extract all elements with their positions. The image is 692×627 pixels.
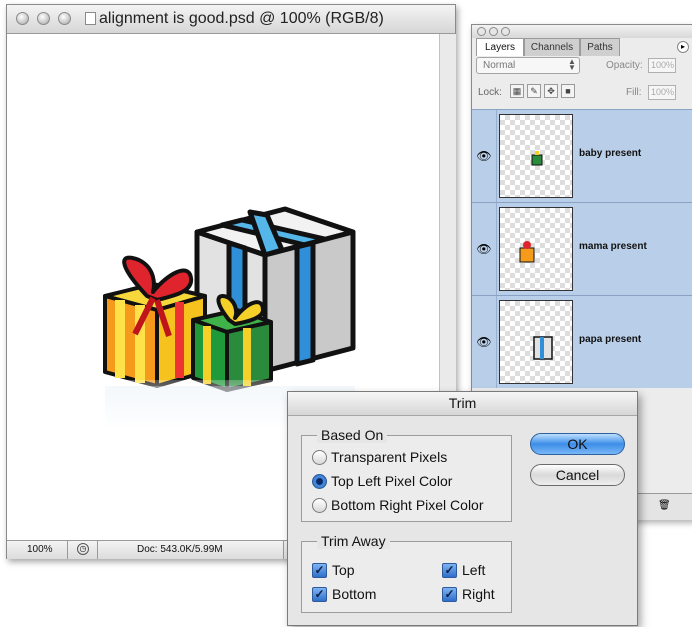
option-transparent-pixels[interactable]: Transparent Pixels [331, 449, 447, 465]
select-arrows-icon: ▲ ▼ [568, 57, 576, 72]
opacity-field[interactable]: 100% [648, 58, 676, 73]
tab-channels[interactable]: Channels [524, 38, 580, 56]
cancel-button[interactable]: Cancel [530, 464, 625, 486]
fill-label: Fill: [626, 87, 642, 98]
document-size: Doc: 543.0K/5.99M [137, 544, 223, 555]
layer-thumbnail [499, 114, 573, 198]
radio-transparent-pixels[interactable] [312, 450, 327, 465]
lock-position-icon[interactable]: ✥ [544, 84, 558, 98]
layer-thumbnail [499, 300, 573, 384]
tab-paths[interactable]: Paths [580, 38, 620, 56]
palette-menu-icon[interactable]: ▸ [677, 41, 689, 53]
layer-row[interactable]: 👁 mama present [472, 202, 692, 295]
layer-row[interactable]: 👁 baby present [472, 109, 692, 202]
label-top[interactable]: Top [332, 562, 355, 578]
ok-button[interactable]: OK [530, 433, 625, 455]
minimize-button[interactable] [37, 12, 50, 25]
palette-zoom-button[interactable] [501, 27, 510, 36]
layer-name: mama present [579, 241, 647, 252]
based-on-label: Based On [317, 427, 388, 443]
trim-dialog: Trim Based On Transparent Pixels Top Lef… [287, 391, 638, 626]
checkbox-top[interactable]: ✓ [312, 563, 327, 578]
document-title: alignment is good.psd @ 100% (RGB/8) [99, 10, 384, 27]
layer-name: baby present [579, 148, 642, 159]
status-popup-icon[interactable]: ◷ [77, 543, 89, 555]
option-bottom-right-pixel-color[interactable]: Bottom Right Pixel Color [331, 497, 484, 513]
close-button[interactable] [16, 12, 29, 25]
radio-top-left-pixel-color[interactable] [312, 474, 327, 489]
palette-title-bar[interactable] [472, 25, 692, 38]
blend-mode-select[interactable]: Normal [476, 57, 580, 74]
layer-row[interactable]: 👁 papa present [472, 295, 692, 388]
label-bottom[interactable]: Bottom [332, 586, 376, 602]
zoom-level[interactable]: 100% [27, 544, 53, 555]
trim-away-label: Trim Away [317, 533, 390, 549]
checkbox-left[interactable]: ✓ [442, 563, 457, 578]
lock-label: Lock: [478, 87, 502, 98]
trash-icon[interactable]: 🗑 [658, 500, 671, 511]
checkbox-right[interactable]: ✓ [442, 587, 457, 602]
lock-image-icon[interactable]: ✎ [527, 84, 541, 98]
document-icon [85, 12, 96, 25]
checkbox-bottom[interactable]: ✓ [312, 587, 327, 602]
eye-icon[interactable]: 👁 [476, 241, 492, 257]
zoom-button[interactable] [58, 12, 71, 25]
radio-bottom-right-pixel-color[interactable] [312, 498, 327, 513]
palette-minimize-button[interactable] [489, 27, 498, 36]
layer-thumbnail [499, 207, 573, 291]
dialog-title: Trim [288, 392, 637, 416]
lock-transparency-icon[interactable]: ▦ [510, 84, 524, 98]
palette-close-button[interactable] [477, 27, 486, 36]
eye-icon[interactable]: 👁 [476, 334, 492, 350]
fill-field[interactable]: 100% [648, 85, 676, 100]
label-left[interactable]: Left [462, 562, 485, 578]
layer-name: papa present [579, 334, 642, 345]
label-right[interactable]: Right [462, 586, 495, 602]
lock-all-icon[interactable]: ■ [561, 84, 575, 98]
eye-icon[interactable]: 👁 [476, 148, 492, 164]
option-top-left-pixel-color[interactable]: Top Left Pixel Color [331, 473, 452, 489]
document-title-bar[interactable]: alignment is good.psd @ 100% (RGB/8) [7, 5, 455, 34]
opacity-label: Opacity: [606, 60, 643, 71]
tab-layers[interactable]: Layers [476, 38, 524, 56]
mama-present-artwork [103, 255, 207, 388]
